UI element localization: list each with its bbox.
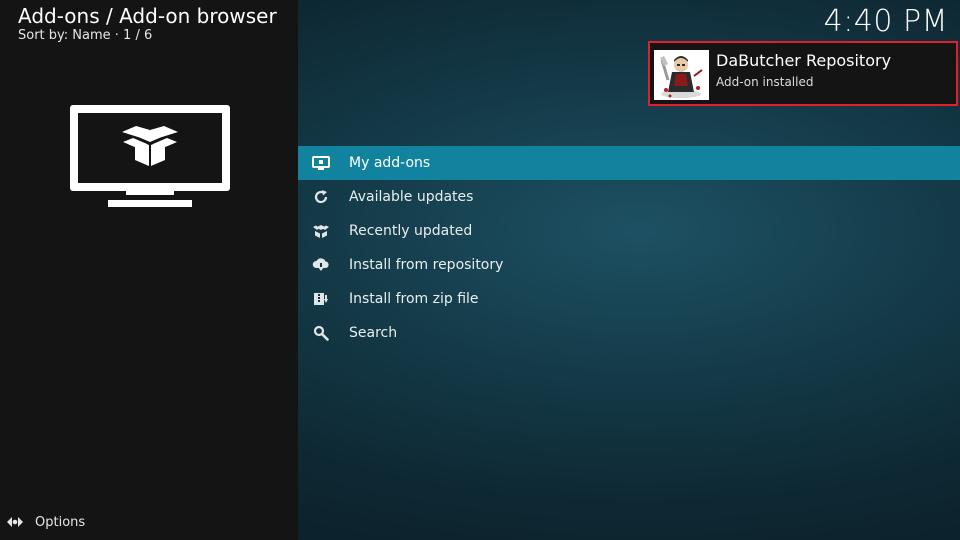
addon-box-monitor-icon	[68, 103, 232, 209]
addon-menu: My add-ons Available updates Recently up…	[298, 146, 960, 350]
menu-item-label: Available updates	[349, 189, 474, 205]
search-icon	[312, 324, 330, 342]
options-arrows-icon	[6, 513, 24, 531]
menu-item-label: Install from zip file	[349, 291, 479, 307]
header: Add-ons / Add-on browser Sort by: Name ·…	[18, 4, 277, 44]
repository-logo-icon	[654, 50, 709, 100]
refresh-icon	[312, 188, 330, 206]
box-icon	[312, 222, 330, 240]
left-panel: Add-ons / Add-on browser Sort by: Name ·…	[0, 0, 298, 540]
menu-item-my-addons[interactable]: My add-ons	[298, 146, 960, 180]
menu-item-label: Recently updated	[349, 223, 473, 239]
page-title: Add-ons / Add-on browser	[18, 4, 277, 28]
menu-item-recently-updated[interactable]: Recently updated	[298, 214, 960, 248]
notification-title: DaButcher Repository	[716, 51, 892, 70]
menu-item-install-from-zip[interactable]: Install from zip file	[298, 282, 960, 316]
menu-item-label: Install from repository	[349, 257, 504, 273]
cloud-download-icon	[312, 256, 330, 274]
zip-icon	[312, 290, 330, 308]
menu-item-label: Search	[349, 325, 398, 341]
menu-item-available-updates[interactable]: Available updates	[298, 180, 960, 214]
menu-item-install-from-repository[interactable]: Install from repository	[298, 248, 960, 282]
notification-toast[interactable]: DaButcher Repository Add-on installed	[648, 41, 958, 106]
sort-info: Sort by: Name · 1 / 6	[18, 28, 153, 43]
menu-item-label: My add-ons	[349, 155, 431, 171]
notification-message: Add-on installed	[716, 75, 814, 89]
options-label: Options	[35, 514, 86, 530]
options-button[interactable]: Options	[6, 513, 85, 531]
menu-item-search[interactable]: Search	[298, 316, 960, 350]
clock: 4:40 PM	[823, 4, 948, 39]
monitor-icon	[312, 154, 330, 172]
